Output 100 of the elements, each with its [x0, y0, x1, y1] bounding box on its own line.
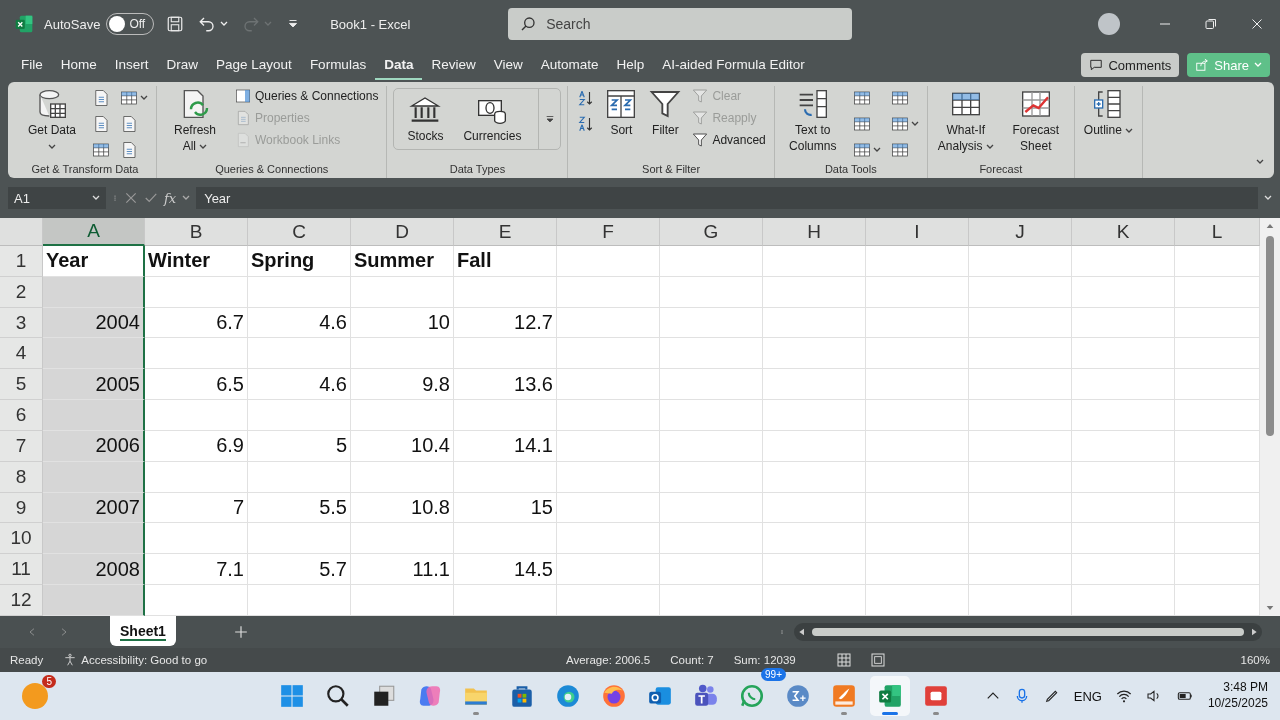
row-header[interactable]: 8 [0, 461, 43, 493]
row-header[interactable]: 6 [0, 400, 43, 431]
grid-icon [835, 652, 852, 668]
row-header[interactable]: 7 [0, 430, 43, 462]
sheet-tab[interactable]: Sheet1 [110, 616, 176, 646]
table-cell: 2005 [43, 369, 145, 401]
column-header[interactable]: C [248, 218, 351, 246]
row-header[interactable]: 2 [0, 276, 43, 308]
document-icon [92, 115, 110, 133]
avatar[interactable] [1098, 13, 1120, 35]
row-header[interactable]: 4 [0, 338, 43, 370]
accessibility-button[interactable]: Accessibility: Good to go [57, 652, 214, 668]
menu-tab[interactable]: Automate [531, 50, 608, 80]
menu-tab[interactable]: Insert [105, 50, 158, 80]
table-cell: 13.6 [454, 369, 557, 401]
menu-tab[interactable]: AI-aided Formula Editor [653, 50, 814, 80]
caret-icon [1250, 627, 1258, 637]
math-icon [785, 683, 811, 709]
ribbon-button[interactable]: Filter [646, 86, 685, 141]
table-cell: 11.1 [351, 554, 454, 586]
row-header[interactable]: 9 [0, 492, 43, 524]
chat-bubble-icon [739, 683, 765, 709]
chart-icon [1019, 88, 1052, 120]
notification-badge: 5 [42, 675, 56, 688]
row-header[interactable]: 5 [0, 369, 43, 401]
table-cell: 12.7 [454, 307, 557, 339]
row-header[interactable]: 1 [0, 246, 43, 277]
document-icon [92, 89, 110, 107]
share-icon [1195, 58, 1210, 72]
column-header[interactable]: H [763, 218, 866, 246]
page-icon [869, 652, 886, 668]
ribbon-button[interactable]: Forecast Sheet [1003, 86, 1068, 157]
clock[interactable]: 3:48 PM 10/25/2025 [1207, 680, 1268, 712]
zoom-level[interactable]: 160% [1240, 654, 1270, 666]
table-cell: 5.5 [248, 492, 351, 524]
ribbon-button[interactable]: Outline [1080, 86, 1137, 141]
comments-button[interactable]: Comments [1081, 53, 1180, 77]
ribbon-button[interactable]: Sort [602, 86, 641, 141]
menu-tab[interactable]: Formulas [300, 50, 376, 80]
row-header[interactable]: 10 [0, 523, 43, 555]
row-header[interactable]: 3 [0, 307, 43, 339]
table-cell: 7.1 [145, 554, 248, 586]
table-cell: 5 [248, 430, 351, 462]
table-cell: Spring [248, 246, 351, 277]
ribbon-button[interactable]: Get Data [20, 86, 84, 157]
search-field[interactable]: Search [508, 8, 853, 40]
table-icon [92, 141, 110, 159]
scroll-up-button[interactable] [1266, 222, 1274, 230]
row-header[interactable]: 12 [0, 585, 43, 616]
table-cell: 9.8 [351, 369, 454, 401]
column-header[interactable]: D [351, 218, 454, 246]
ribbon-button[interactable]: Advanced [690, 130, 768, 150]
caret-icon [544, 114, 555, 124]
menu-tab[interactable]: Help [607, 50, 654, 80]
comment-icon [1089, 58, 1104, 72]
spreadsheet-icon [877, 683, 903, 709]
column-header[interactable]: I [866, 218, 969, 246]
horizontal-scrollbar[interactable] [794, 623, 1262, 641]
insert-function-button[interactable]: fx [164, 190, 177, 206]
column-header[interactable]: L [1175, 218, 1260, 246]
column-header[interactable]: E [454, 218, 557, 246]
funnel-icon [692, 110, 709, 126]
teams-icon [693, 683, 719, 709]
menu-tab[interactable]: Draw [157, 50, 208, 80]
scrollbar-thumb[interactable] [1266, 236, 1274, 436]
table-icon [852, 141, 871, 159]
ribbon-button[interactable]: Text to Columns [780, 86, 845, 157]
table-cell: 2004 [43, 307, 145, 339]
widgets-button[interactable] [22, 683, 48, 709]
document-icon [235, 132, 251, 148]
menu-tab[interactable]: View [484, 50, 532, 80]
chevron-down-icon [1254, 62, 1262, 68]
table-icon [852, 115, 871, 133]
column-header[interactable]: K [1072, 218, 1175, 246]
menu-tab[interactable]: Home [51, 50, 106, 80]
table-cell: Fall [454, 246, 557, 277]
group-label: Data Tools [823, 163, 878, 177]
scroll-down-button[interactable] [1266, 604, 1274, 612]
language-indicator[interactable]: ENG [1073, 688, 1102, 704]
menu-tab[interactable]: Data [375, 50, 423, 80]
ribbon-button[interactable]: What-If Analysis [933, 86, 998, 157]
ribbon-button[interactable]: Currencies [460, 91, 525, 147]
column-header[interactable]: B [145, 218, 248, 246]
person-icon [63, 653, 78, 667]
column-header[interactable]: A [43, 218, 145, 246]
menu-tab[interactable]: Review [422, 50, 485, 80]
reader-icon [831, 683, 857, 709]
ribbon-button[interactable]: Stocks [404, 91, 447, 147]
column-header[interactable]: F [557, 218, 660, 246]
funnel-icon [649, 88, 682, 120]
menu-tab[interactable]: Page Layout [207, 50, 301, 80]
group-label: Forecast [978, 163, 1024, 177]
ribbon-button[interactable]: Queries & Connections [233, 86, 381, 106]
menu-tab[interactable]: File [12, 50, 52, 80]
formula-field[interactable]: Year [196, 187, 1258, 209]
name-box[interactable]: A1 [8, 187, 106, 209]
ribbon-button[interactable]: Refresh All [163, 86, 227, 157]
column-header[interactable]: G [660, 218, 763, 246]
row-header[interactable]: 11 [0, 554, 43, 586]
column-header[interactable]: J [969, 218, 1072, 246]
